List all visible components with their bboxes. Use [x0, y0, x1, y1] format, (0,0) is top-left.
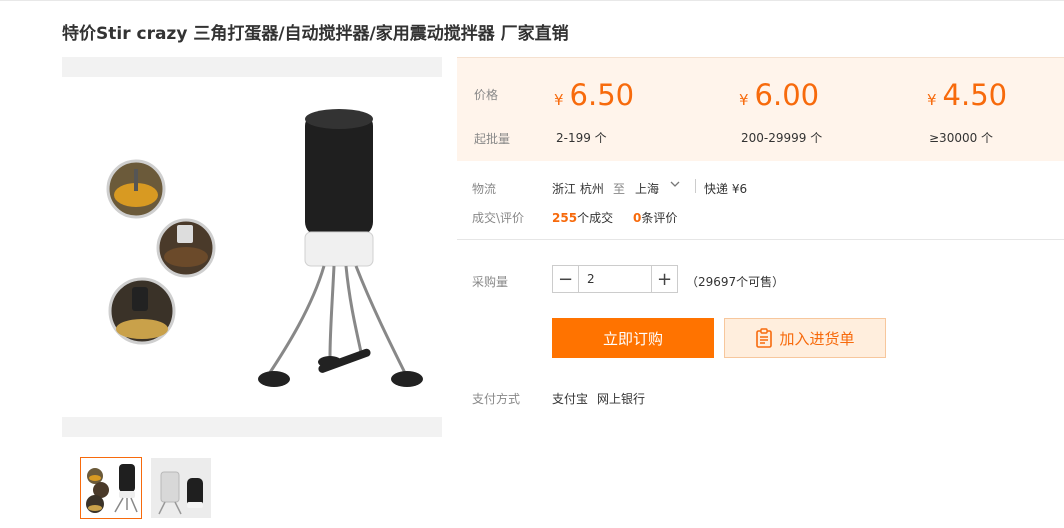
deals-label: 成交\评价	[472, 211, 525, 225]
stirrer-photo-thumb-1	[86, 464, 138, 513]
transactions-text: 个成交	[577, 211, 614, 225]
section-divider	[457, 239, 1064, 240]
stirrer-device	[258, 109, 423, 387]
price-label: 价格	[474, 88, 499, 102]
price-tier-1: ¥ 6.50	[554, 78, 634, 112]
quantity-range-1: 2-199 个	[556, 131, 607, 145]
to-label: 至	[613, 182, 626, 196]
image-band-bottom	[62, 417, 442, 437]
price-value: 6.50	[569, 78, 635, 112]
thumbnail-2[interactable]	[150, 457, 212, 519]
inset-circle-2	[156, 218, 216, 278]
quantity-range-2: 200-29999 个	[741, 131, 823, 145]
product-title: 特价Stir crazy 三角打蛋器/自动搅拌器/家用震动搅拌器 厂家直销	[62, 24, 569, 44]
increase-quantity-button[interactable]: +	[651, 266, 677, 292]
quantity-label: 采购量	[472, 275, 509, 289]
quantity-stepper: − +	[552, 265, 678, 293]
thumbnail-1[interactable]	[80, 457, 142, 519]
price-panel: 价格 起批量 ¥ 6.50 ¥ 6.00 ¥ 4.50 2-199 个 200-…	[457, 57, 1064, 161]
shipping-fee: 快递 ¥6	[704, 182, 748, 196]
top-divider	[0, 0, 1064, 1]
quantity-range-3: ≥30000 个	[929, 131, 994, 145]
price-tier-2: ¥ 6.00	[739, 78, 819, 112]
moq-label: 起批量	[474, 132, 511, 146]
reviews-stat[interactable]: 0条评价	[633, 209, 677, 226]
clipboard-icon	[755, 328, 773, 348]
reviews-text: 条评价	[641, 211, 678, 225]
destination-select[interactable]: 上海	[635, 180, 659, 197]
price-value: 4.50	[942, 78, 1008, 112]
payment-label: 支付方式	[472, 392, 521, 406]
chevron-down-icon[interactable]	[670, 179, 680, 192]
add-to-cart-button[interactable]: 加入进货单	[724, 318, 886, 358]
buy-now-button[interactable]: 立即订购	[552, 318, 714, 358]
currency-symbol: ¥	[554, 91, 564, 109]
currency-symbol: ¥	[739, 91, 749, 109]
add-to-cart-label: 加入进货单	[779, 329, 855, 348]
vertical-divider	[695, 179, 696, 193]
quantity-input[interactable]	[579, 266, 651, 292]
price-value: 6.00	[754, 78, 820, 112]
price-tier-3: ¥ 4.50	[927, 78, 1007, 112]
logistics-label: 物流	[472, 182, 497, 196]
stirrer-product-photo	[106, 109, 423, 387]
image-band-top	[62, 57, 442, 77]
available-stock: （29697个可售）	[686, 275, 785, 289]
inset-circle-3	[108, 277, 176, 345]
decrease-quantity-button[interactable]: −	[553, 266, 579, 292]
payment-method-alipay: 支付宝	[552, 392, 589, 406]
inset-circle-1	[106, 159, 166, 219]
main-product-image[interactable]	[62, 57, 442, 437]
payment-method-online-banking: 网上银行	[597, 392, 646, 406]
transactions-count: 255	[552, 211, 578, 225]
transactions-stat[interactable]: 255个成交	[552, 209, 613, 226]
buy-now-label: 立即订购	[602, 329, 663, 348]
origin-location: 浙江 杭州	[552, 182, 604, 196]
currency-symbol: ¥	[927, 91, 937, 109]
stirrer-photo-thumb-2	[151, 458, 211, 518]
